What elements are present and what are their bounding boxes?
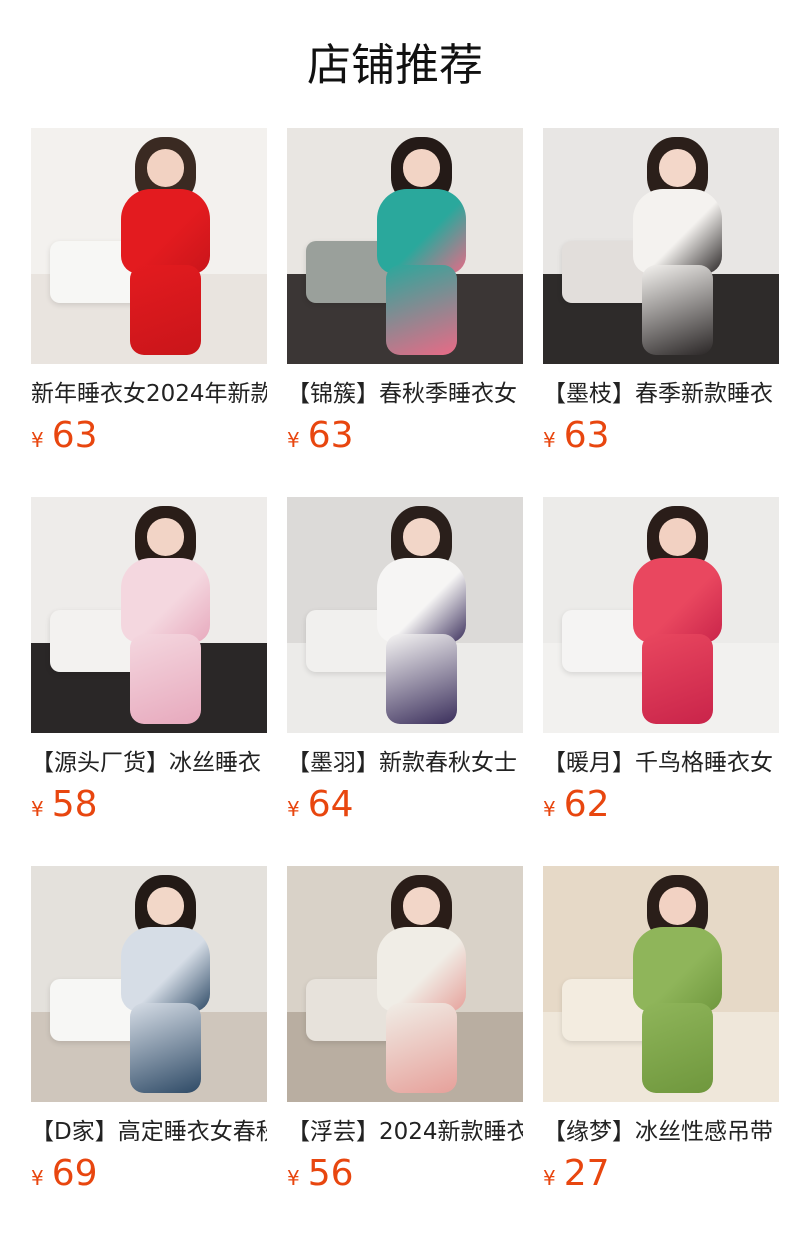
product-price: ¥56: [287, 1154, 523, 1194]
page-title: 店铺推荐: [307, 40, 483, 91]
currency-symbol: ¥: [287, 1166, 300, 1190]
product-title[interactable]: 新年睡衣女2024年新款: [31, 378, 267, 410]
product-grid: 新年睡衣女2024年新款 ¥63 【锦簇】春秋季睡衣女 ¥63 【墨枝】春季新款…: [31, 128, 779, 1235]
product-title[interactable]: 【暖月】千鸟格睡衣女: [543, 747, 779, 779]
price-value: 58: [51, 784, 98, 825]
model-top: [120, 189, 211, 275]
product-image[interactable]: [31, 866, 267, 1102]
product-price: ¥58: [31, 785, 267, 825]
model-face: [146, 149, 185, 187]
product-price: ¥63: [31, 416, 267, 456]
model-top: [632, 927, 723, 1013]
currency-symbol: ¥: [31, 1166, 44, 1190]
product-card[interactable]: 【锦簇】春秋季睡衣女 ¥63: [287, 128, 523, 497]
product-image[interactable]: [543, 497, 779, 733]
model-bottom: [642, 633, 713, 724]
model-bottom: [642, 1002, 713, 1093]
product-image[interactable]: [287, 497, 523, 733]
model-top: [376, 927, 467, 1013]
product-card[interactable]: 【缘梦】冰丝性感吊带 ¥27: [543, 866, 779, 1235]
product-price: ¥62: [543, 785, 779, 825]
currency-symbol: ¥: [543, 797, 556, 821]
product-price: ¥63: [543, 416, 779, 456]
model-face: [658, 518, 697, 556]
price-value: 69: [51, 1153, 98, 1194]
product-image[interactable]: [31, 128, 267, 364]
product-price: ¥27: [543, 1154, 779, 1194]
currency-symbol: ¥: [543, 428, 556, 452]
model-face: [146, 518, 185, 556]
model-bottom: [386, 633, 457, 724]
model-bottom: [386, 1002, 457, 1093]
product-card[interactable]: 新年睡衣女2024年新款 ¥63: [31, 128, 267, 497]
product-title[interactable]: 【墨羽】新款春秋女士: [287, 747, 523, 779]
model-bottom: [130, 1002, 201, 1093]
price-value: 56: [307, 1153, 354, 1194]
model-top: [120, 927, 211, 1013]
product-card[interactable]: 【源头厂货】冰丝睡衣 ¥58: [31, 497, 267, 866]
model-face: [402, 149, 441, 187]
price-value: 62: [563, 784, 610, 825]
product-price: ¥69: [31, 1154, 267, 1194]
currency-symbol: ¥: [31, 797, 44, 821]
product-card[interactable]: 【墨羽】新款春秋女士 ¥64: [287, 497, 523, 866]
product-card[interactable]: 【浮芸】2024新款睡衣 ¥56: [287, 866, 523, 1235]
product-price: ¥63: [287, 416, 523, 456]
product-title[interactable]: 【源头厂货】冰丝睡衣: [31, 747, 267, 779]
price-value: 63: [51, 415, 98, 456]
price-value: 64: [307, 784, 354, 825]
model-bottom: [642, 264, 713, 355]
product-price: ¥64: [287, 785, 523, 825]
price-value: 63: [563, 415, 610, 456]
product-image[interactable]: [287, 866, 523, 1102]
currency-symbol: ¥: [287, 428, 300, 452]
product-image[interactable]: [543, 866, 779, 1102]
product-image[interactable]: [31, 497, 267, 733]
currency-symbol: ¥: [543, 1166, 556, 1190]
price-value: 27: [563, 1153, 610, 1194]
product-image[interactable]: [287, 128, 523, 364]
product-title[interactable]: 【浮芸】2024新款睡衣: [287, 1116, 523, 1148]
currency-symbol: ¥: [287, 797, 300, 821]
product-title[interactable]: 【锦簇】春秋季睡衣女: [287, 378, 523, 410]
model-top: [376, 558, 467, 644]
model-face: [658, 887, 697, 925]
price-value: 63: [307, 415, 354, 456]
model-top: [632, 558, 723, 644]
model-bottom: [130, 264, 201, 355]
model-face: [658, 149, 697, 187]
model-face: [402, 518, 441, 556]
model-top: [120, 558, 211, 644]
product-card[interactable]: 【暖月】千鸟格睡衣女 ¥62: [543, 497, 779, 866]
product-card[interactable]: 【D家】高定睡衣女春秋 ¥69: [31, 866, 267, 1235]
model-bottom: [386, 264, 457, 355]
product-title[interactable]: 【缘梦】冰丝性感吊带: [543, 1116, 779, 1148]
product-image[interactable]: [543, 128, 779, 364]
currency-symbol: ¥: [31, 428, 44, 452]
product-title[interactable]: 【D家】高定睡衣女春秋: [31, 1116, 267, 1148]
model-bottom: [130, 633, 201, 724]
model-top: [632, 189, 723, 275]
model-face: [402, 887, 441, 925]
model-face: [146, 887, 185, 925]
product-title[interactable]: 【墨枝】春季新款睡衣: [543, 378, 779, 410]
model-top: [376, 189, 467, 275]
product-card[interactable]: 【墨枝】春季新款睡衣 ¥63: [543, 128, 779, 497]
